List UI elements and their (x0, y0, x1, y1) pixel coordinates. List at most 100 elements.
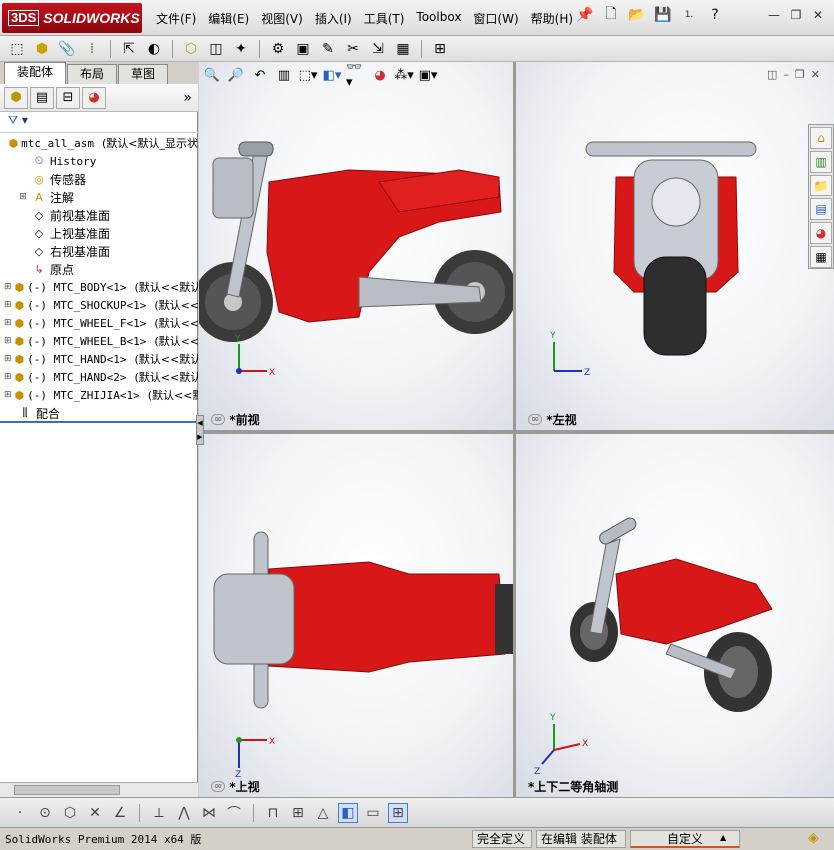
viewport-pin-icon[interactable]: ◫ (767, 68, 777, 81)
menu-toolbox[interactable]: Toolbox (410, 8, 467, 29)
circle-icon[interactable]: ⊙ (35, 803, 55, 823)
menu-insert[interactable]: 插入(I) (309, 8, 358, 29)
tree-item[interactable]: ◇ 右视基准面 (0, 242, 198, 260)
assembly-features-icon[interactable]: ⬡ (180, 38, 202, 60)
rebuild-status-icon[interactable]: ◈ (808, 830, 819, 846)
zoom-to-area-icon[interactable]: 🔎 (226, 66, 246, 84)
menu-extra-label[interactable]: 1. (679, 5, 699, 25)
tree-item[interactable]: ◇ 前视基准面 (0, 206, 198, 224)
display-manager-icon[interactable]: ◕ (82, 86, 106, 109)
rollback-bar[interactable] (0, 421, 198, 423)
extend-icon[interactable]: ⟂ (149, 803, 169, 823)
tree-item[interactable]: ⊞ ⬢ (-) MTC_ZHIJIA<1> (默认<<默 (0, 386, 198, 404)
tree-expand-toggle[interactable]: ⊞ (4, 354, 12, 364)
display-style-icon[interactable]: ◧▾ (322, 66, 342, 84)
tree-expand-toggle[interactable]: ⊞ (4, 336, 12, 346)
tree-item[interactable]: ⊞ A 注解 (0, 188, 198, 206)
units-menu-arrow-icon[interactable]: ▲ (720, 833, 726, 842)
link-views-icon[interactable]: ∞ (528, 414, 543, 425)
view-orientation-icon[interactable]: ⬚▾ (298, 66, 318, 84)
polygon-icon[interactable]: ⬡ (60, 803, 80, 823)
clearance-verification-icon[interactable]: ⇲ (367, 38, 389, 60)
panel-collapse-handle[interactable]: ◀ ▶ (196, 415, 204, 445)
tree-expand-toggle[interactable]: ⊞ (4, 300, 12, 310)
offset-icon[interactable]: ⋀ (174, 803, 194, 823)
viewport-restore-icon[interactable]: ❐ (795, 68, 805, 81)
dimension-icon[interactable]: ⊓ (263, 803, 283, 823)
tab-assembly[interactable]: 装配体 (4, 62, 67, 84)
new-document-icon[interactable]: 🗋 (601, 5, 621, 25)
appearances-icon[interactable]: ◕ (810, 222, 832, 245)
viewport-minimize-icon[interactable]: – (783, 68, 789, 81)
mirror-icon[interactable]: ⋈ (199, 803, 219, 823)
tab-sketch[interactable]: 草图 (118, 64, 169, 84)
solidworks-logo[interactable]: 3DS SOLIDWORKS (2, 3, 142, 33)
apply-scene-icon[interactable]: ⁂▾ (394, 66, 414, 84)
tree-item[interactable]: ◎ 传感器 (0, 170, 198, 188)
menu-file[interactable]: 文件(F) (150, 8, 202, 29)
tree-expand-toggle[interactable]: ⊞ (4, 318, 12, 328)
previous-view-icon[interactable]: ↶ (250, 66, 270, 84)
tree-expand-toggle[interactable]: ⊞ (4, 372, 12, 382)
menu-edit[interactable]: 编辑(E) (202, 8, 255, 29)
tree-item[interactable]: ⏲ History (0, 152, 198, 170)
tree-item[interactable]: ⊞ ⬢ (-) MTC_HAND<1> (默认<<默认 (0, 350, 198, 368)
instant3d-icon[interactable]: ⊞ (429, 38, 451, 60)
scrollbar-thumb[interactable] (14, 785, 120, 795)
close-icon[interactable]: ✕ (810, 8, 826, 22)
pin-icon[interactable]: 📌 (575, 5, 595, 25)
view-settings-icon[interactable]: ▣▾ (418, 66, 438, 84)
file-explorer-icon[interactable]: 📁 (810, 174, 832, 197)
view-palette-icon[interactable]: ▤ (810, 198, 832, 221)
shaded-view-icon[interactable]: ◧ (338, 802, 358, 823)
section-view-icon[interactable]: ▥ (274, 66, 294, 84)
link-views-icon[interactable]: ∞ (211, 781, 226, 792)
tree-expand-toggle[interactable]: ⊞ (18, 192, 28, 202)
edit-component-icon[interactable]: ⬚ (6, 38, 28, 60)
zoom-to-fit-icon[interactable]: 🔍 (202, 66, 222, 84)
menu-window[interactable]: 窗口(W) (467, 8, 524, 29)
linear-pattern-icon[interactable]: ⁞ (81, 38, 103, 60)
point-icon[interactable]: · (10, 803, 30, 823)
display-delete-relations-icon[interactable]: △ (313, 803, 333, 823)
tree-item[interactable]: ⊞ ⬢ (-) MTC_BODY<1> (默认<<默认 (0, 278, 198, 296)
viewport-left[interactable]: ◫ – ❐ ✕ Y Z ∞ *左视 (516, 62, 834, 430)
mate-icon[interactable]: 📎 (56, 38, 78, 60)
tree-item[interactable]: ⊞⬢(-) MTC_WHEEL_B<1> (默认<<默 (0, 332, 198, 350)
custom-properties-icon[interactable]: ▦ (810, 246, 832, 268)
help-icon[interactable]: ? (705, 5, 725, 25)
save-icon[interactable]: 💾 (653, 5, 673, 25)
design-library-icon[interactable]: ▥ (810, 150, 832, 173)
edit-appearance-icon[interactable]: ◕ (370, 66, 390, 84)
filter-icon[interactable]: ⛛ (8, 113, 18, 127)
tree-item[interactable]: ⊞⬢(-) MTC_SHOCKUP<1> (默认<<默 (0, 296, 198, 314)
home-icon[interactable]: ⌂ (810, 127, 832, 149)
panel-more[interactable]: » (183, 90, 192, 106)
tree-expand-toggle[interactable]: ⊞ (4, 390, 12, 400)
menu-help[interactable]: 帮助(H) (525, 8, 579, 29)
explode-line-sketch-icon[interactable]: ✎ (317, 38, 339, 60)
tree-item[interactable]: ◇ 上视基准面 (0, 224, 198, 242)
bill-of-materials-icon[interactable]: ⚙ (267, 38, 289, 60)
menu-view[interactable]: 视图(V) (255, 8, 309, 29)
restore-icon[interactable]: ❐ (788, 8, 804, 22)
tree-item[interactable]: ⊞ ⬢ (-) MTC_HAND<2> (默认<<默认 (0, 368, 198, 386)
viewport-isometric[interactable]: Y X Z *上下二等角轴测 (516, 434, 834, 797)
property-manager-icon[interactable]: ▤ (30, 86, 54, 109)
four-view-icon[interactable]: ⊞ (388, 802, 408, 823)
interference-detection-icon[interactable]: ✂ (342, 38, 364, 60)
hide-show-items-icon[interactable]: 👓▾ (346, 60, 366, 90)
trim-icon[interactable]: ✕ (85, 803, 105, 823)
filter-control[interactable]: ⛛ ▾ (0, 113, 198, 133)
viewport-close-icon[interactable]: ✕ (811, 68, 820, 81)
move-component-icon[interactable]: ⇱ (118, 38, 140, 60)
tree-item[interactable]: ⊞⬢(-) MTC_WHEEL_F<1> (默认<<默 (0, 314, 198, 332)
tree-expand-toggle[interactable]: ⊞ (4, 282, 12, 292)
tree-item[interactable]: ⫼ 配合 (0, 404, 198, 422)
feature-manager-icon[interactable]: ⬢ (4, 86, 28, 109)
single-view-icon[interactable]: ▭ (363, 803, 383, 823)
new-motion-study-icon[interactable]: ✦ (230, 38, 252, 60)
tab-layout[interactable]: 布局 (67, 64, 118, 84)
insert-component-icon[interactable]: ⬢ (31, 38, 53, 60)
open-folder-icon[interactable]: 📂 (627, 5, 647, 25)
